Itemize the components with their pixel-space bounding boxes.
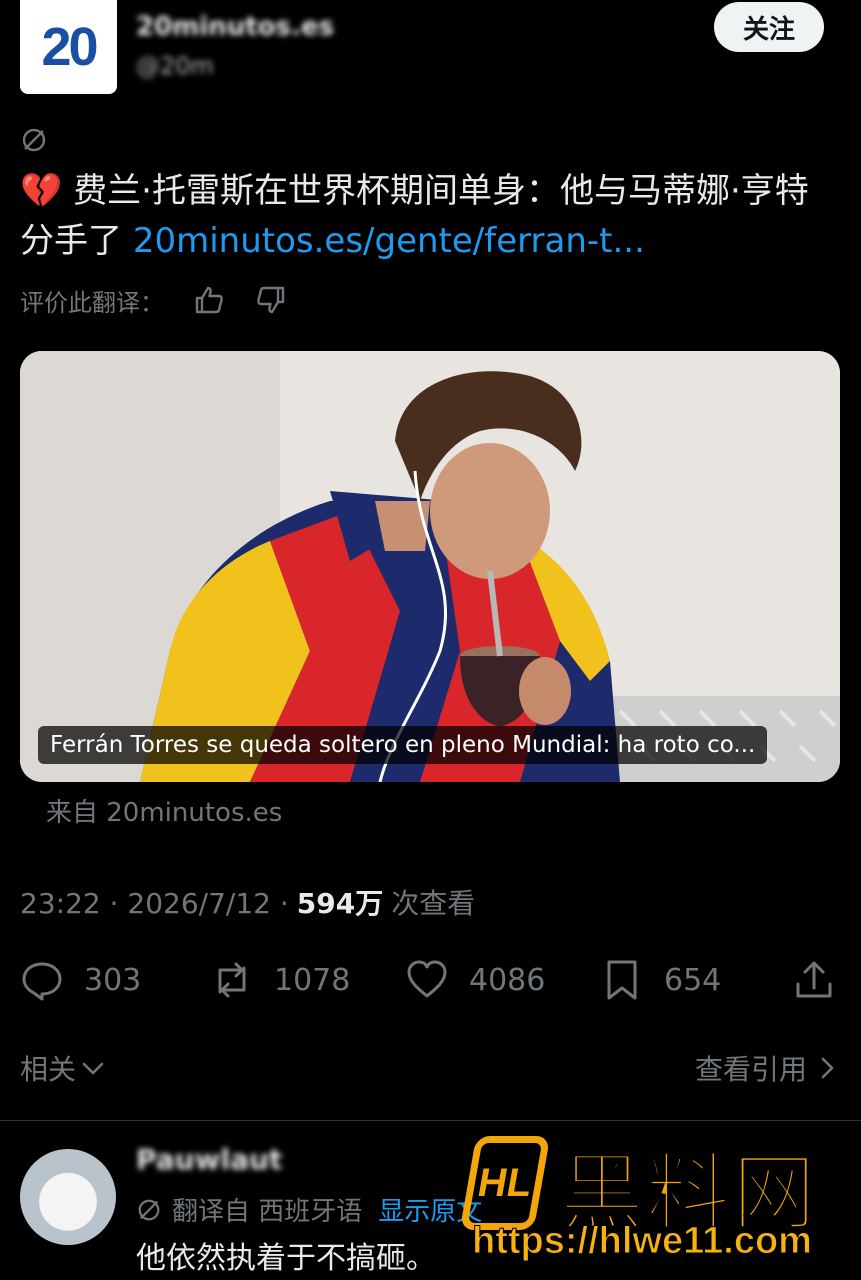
action-bar: 303 1078 4086 654 [0, 950, 861, 1010]
repost-button[interactable]: 1078 [210, 950, 350, 1010]
related-row: 相关 查看引用 [0, 1044, 861, 1092]
repost-icon [218, 962, 246, 998]
watermark: HL 黑料网 https://hlwe11.com [459, 1128, 861, 1280]
view-quotes-label: 查看引用 [694, 1053, 807, 1086]
bookmark-button[interactable]: 654 [600, 950, 721, 1010]
reply-count: 303 [84, 962, 142, 998]
card-source[interactable]: 来自 20minutos.es [46, 792, 282, 829]
bookmark-count: 654 [664, 962, 722, 998]
tweet-header: 20 20minutos.es @20m 关注 [0, 0, 861, 110]
repost-count: 1078 [274, 962, 351, 998]
account-avatar-logo[interactable]: 20 [20, 0, 117, 94]
watermark-url: https://hlwe11.com [472, 1220, 813, 1263]
tweet-timestamp[interactable]: 23:22 · 2026/7/12 · [20, 887, 289, 920]
chevron-right-icon [821, 1057, 834, 1079]
thumbs-down-icon[interactable] [254, 283, 288, 317]
tweet-meta: 23:22 · 2026/7/12 · 594万 次查看 [20, 882, 475, 922]
view-count: 594万 [296, 887, 384, 920]
reply-translation-row: 翻译自 西班牙语 显示原文 [136, 1191, 482, 1228]
rate-translation-label: 评价此翻译： [20, 288, 164, 317]
reply-avatar[interactable] [20, 1149, 116, 1245]
card-caption: Ferrán Torres se queda soltero en pleno … [38, 726, 768, 764]
follow-button[interactable]: 关注 [714, 2, 824, 52]
bookmark-icon [607, 960, 637, 1000]
watermark-logo: HL [459, 1136, 551, 1230]
link-preview-card[interactable]: Ferrán Torres se queda soltero en pleno … [20, 351, 840, 782]
translation-icon [138, 1199, 160, 1220]
thumbs-up-icon[interactable] [192, 283, 226, 317]
reply-author-name[interactable]: Pauwlaut [136, 1143, 466, 1177]
rate-translation-row: 评价此翻译： [20, 282, 288, 318]
view-quotes-link[interactable]: 查看引用 [695, 1044, 839, 1092]
tweet-link[interactable]: 20minutos.es/gente/ferran-t... [133, 221, 645, 261]
related-label: 相关 [20, 1053, 77, 1086]
view-count-label: 次查看 [391, 887, 476, 920]
share-button[interactable] [792, 950, 836, 1010]
like-count: 4086 [469, 962, 546, 998]
chevron-down-icon [82, 1062, 104, 1075]
account-name[interactable]: 20minutos.es [136, 12, 386, 42]
translation-icon [22, 128, 46, 152]
heart-icon [407, 960, 447, 998]
reply-text: 他依然执着于不搞砸。 [136, 1241, 436, 1276]
related-toggle[interactable]: 相关 [20, 1044, 106, 1092]
reply-button[interactable]: 303 [20, 950, 141, 1010]
broken-heart-emoji: 💔 [20, 171, 63, 211]
tweet-text: 💔 费兰·托雷斯在世界杯期间单身：他与马蒂娜·亨特分手了 20minutos.e… [20, 166, 840, 266]
share-icon [796, 961, 832, 998]
like-button[interactable]: 4086 [405, 950, 545, 1010]
reply-icon [22, 962, 62, 1001]
translated-from-label: 翻译自 西班牙语 [172, 1197, 363, 1227]
logo-text: 20 [41, 17, 98, 77]
card-image [20, 351, 840, 782]
account-handle[interactable]: @20m [136, 52, 236, 80]
